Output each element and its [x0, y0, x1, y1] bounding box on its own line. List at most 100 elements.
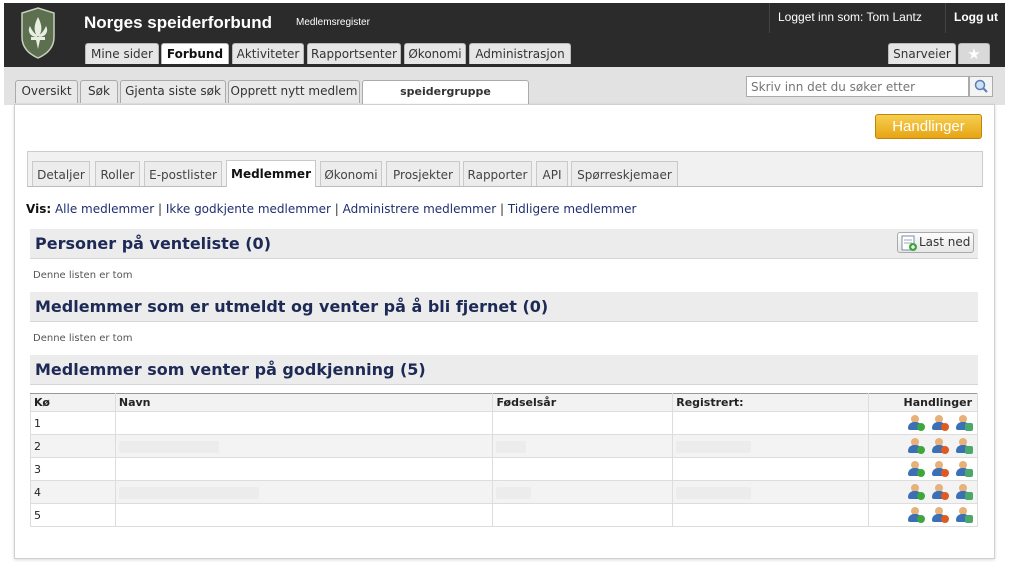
reject-member-icon[interactable] — [932, 438, 950, 454]
member-name — [114, 434, 494, 458]
brand-title: Norges speiderforbund — [84, 13, 272, 32]
subtab-speidergruppe[interactable]: speidergruppe — [362, 80, 529, 105]
move-member-icon[interactable] — [956, 461, 974, 477]
table-row: 1 — [30, 411, 978, 435]
scout-lily-logo-icon — [21, 7, 55, 59]
reject-member-icon[interactable] — [932, 484, 950, 500]
col-header-fodselsar[interactable]: Fødselsår — [492, 393, 674, 412]
tab-okonomi[interactable]: Økonomi — [404, 43, 466, 64]
birth-year — [492, 411, 674, 435]
section-pending-removal: Medlemmer som er utmeldt og venter på å … — [30, 292, 978, 322]
link-tidligere[interactable]: Tidligere medlemmer — [508, 202, 637, 216]
search-input[interactable] — [746, 76, 969, 97]
queue-number: 1 — [30, 411, 116, 435]
dtab-prosjekter[interactable]: Prosjekter — [386, 161, 460, 186]
dtab-sporreskjemaer[interactable]: Spørreskjemaer — [571, 161, 678, 186]
members-table: Kø Navn Fødselsår Registrert: Handlinger… — [30, 393, 978, 527]
section-title: Medlemmer som venter på godkjenning (5) — [35, 360, 426, 379]
approve-member-icon[interactable] — [908, 415, 926, 431]
row-actions — [868, 503, 978, 527]
col-header-ko[interactable]: Kø — [30, 393, 116, 412]
dtab-rapporter[interactable]: Rapporter — [463, 161, 532, 186]
registered-date — [672, 503, 870, 527]
redacted-date — [676, 440, 752, 453]
birth-year — [492, 457, 674, 481]
download-label: Last ned — [919, 235, 971, 249]
redacted-year — [496, 440, 527, 453]
reject-member-icon[interactable] — [932, 507, 950, 523]
registered-date — [672, 457, 870, 481]
tab-administrasjon[interactable]: Administrasjon — [469, 43, 571, 64]
dtab-okonomi[interactable]: Økonomi — [320, 161, 382, 186]
empty-list-text: Denne listen er tom — [33, 333, 133, 344]
download-button[interactable]: Last ned — [897, 232, 974, 253]
queue-number: 3 — [30, 457, 116, 481]
birth-year — [492, 434, 674, 458]
approve-member-icon[interactable] — [908, 507, 926, 523]
registered-date — [672, 480, 870, 504]
link-ikke-godkjente[interactable]: Ikke godkjente medlemmer — [166, 202, 331, 216]
reject-member-icon[interactable] — [932, 461, 950, 477]
dtab-medlemmer[interactable]: Medlemmer — [226, 160, 316, 187]
col-header-registrert[interactable]: Registrert: — [672, 393, 870, 412]
search-icon — [974, 79, 988, 93]
redacted-name — [118, 486, 259, 499]
dtab-detaljer[interactable]: Detaljer — [32, 161, 90, 186]
shortcuts-tab[interactable]: Snarveier — [888, 43, 956, 64]
move-member-icon[interactable] — [956, 507, 974, 523]
logout-button[interactable]: Logg ut — [945, 3, 1006, 33]
separator: | — [157, 202, 163, 216]
birth-year — [492, 480, 674, 504]
tab-mine-sider[interactable]: Mine sider — [85, 43, 159, 64]
row-actions — [868, 457, 978, 481]
move-member-icon[interactable] — [956, 484, 974, 500]
subtab-gjenta-siste-sok[interactable]: Gjenta siste søk — [120, 80, 226, 103]
search-button[interactable] — [969, 76, 993, 97]
subtab-oversikt[interactable]: Oversikt — [15, 80, 78, 103]
link-alle-medlemmer[interactable]: Alle medlemmer — [55, 202, 154, 216]
separator: | — [334, 202, 339, 216]
view-filter: Vis: Alle medlemmer | Ikke godkjente med… — [26, 202, 636, 216]
queue-number: 2 — [30, 434, 116, 458]
move-member-icon[interactable] — [956, 415, 974, 431]
approve-member-icon[interactable] — [908, 461, 926, 477]
section-title: Medlemmer som er utmeldt og venter på å … — [35, 297, 549, 316]
download-icon — [901, 235, 917, 251]
favorite-star-icon[interactable]: ★ — [958, 43, 990, 64]
dtab-roller[interactable]: Roller — [95, 161, 140, 186]
table-row: 3 — [30, 457, 978, 481]
dtab-api[interactable]: API — [536, 161, 568, 186]
tab-aktiviteter[interactable]: Aktiviteter — [232, 43, 304, 64]
birth-year — [492, 503, 674, 527]
approve-member-icon[interactable] — [908, 484, 926, 500]
table-row: 4 — [30, 480, 978, 504]
link-administrere[interactable]: Administrere medlemmer — [343, 202, 497, 216]
dtab-epostlister[interactable]: E-postlister — [144, 161, 222, 186]
member-name — [114, 480, 494, 504]
approve-member-icon[interactable] — [908, 438, 926, 454]
row-actions — [868, 434, 978, 458]
col-header-handlinger: Handlinger — [868, 393, 978, 412]
logged-in-label: Logget inn som: Tom Lantz — [778, 10, 922, 24]
tab-rapportsenter[interactable]: Rapportsenter — [307, 43, 401, 64]
registered-date — [672, 411, 870, 435]
redacted-name — [118, 440, 219, 453]
move-member-icon[interactable] — [956, 438, 974, 454]
row-actions — [868, 411, 978, 435]
row-actions — [868, 480, 978, 504]
registered-date — [672, 434, 870, 458]
subtab-sok[interactable]: Søk — [80, 80, 118, 103]
empty-list-text: Denne listen er tom — [33, 270, 133, 281]
col-header-navn[interactable]: Navn — [114, 393, 494, 412]
reject-member-icon[interactable] — [932, 415, 950, 431]
member-name — [114, 503, 494, 527]
section-title: Personer på venteliste (0) — [35, 234, 271, 253]
view-filter-label: Vis: — [26, 202, 52, 216]
tab-forbund[interactable]: Forbund — [161, 43, 229, 64]
subtab-opprett-nytt-medlem[interactable]: Opprett nytt medlem — [228, 80, 360, 103]
separator: | — [500, 202, 505, 216]
actions-button[interactable]: Handlinger — [875, 114, 982, 139]
queue-number: 4 — [30, 480, 116, 504]
redacted-year — [496, 486, 532, 499]
user-box: Logget inn som: Tom Lantz Logg ut — [769, 3, 1005, 33]
